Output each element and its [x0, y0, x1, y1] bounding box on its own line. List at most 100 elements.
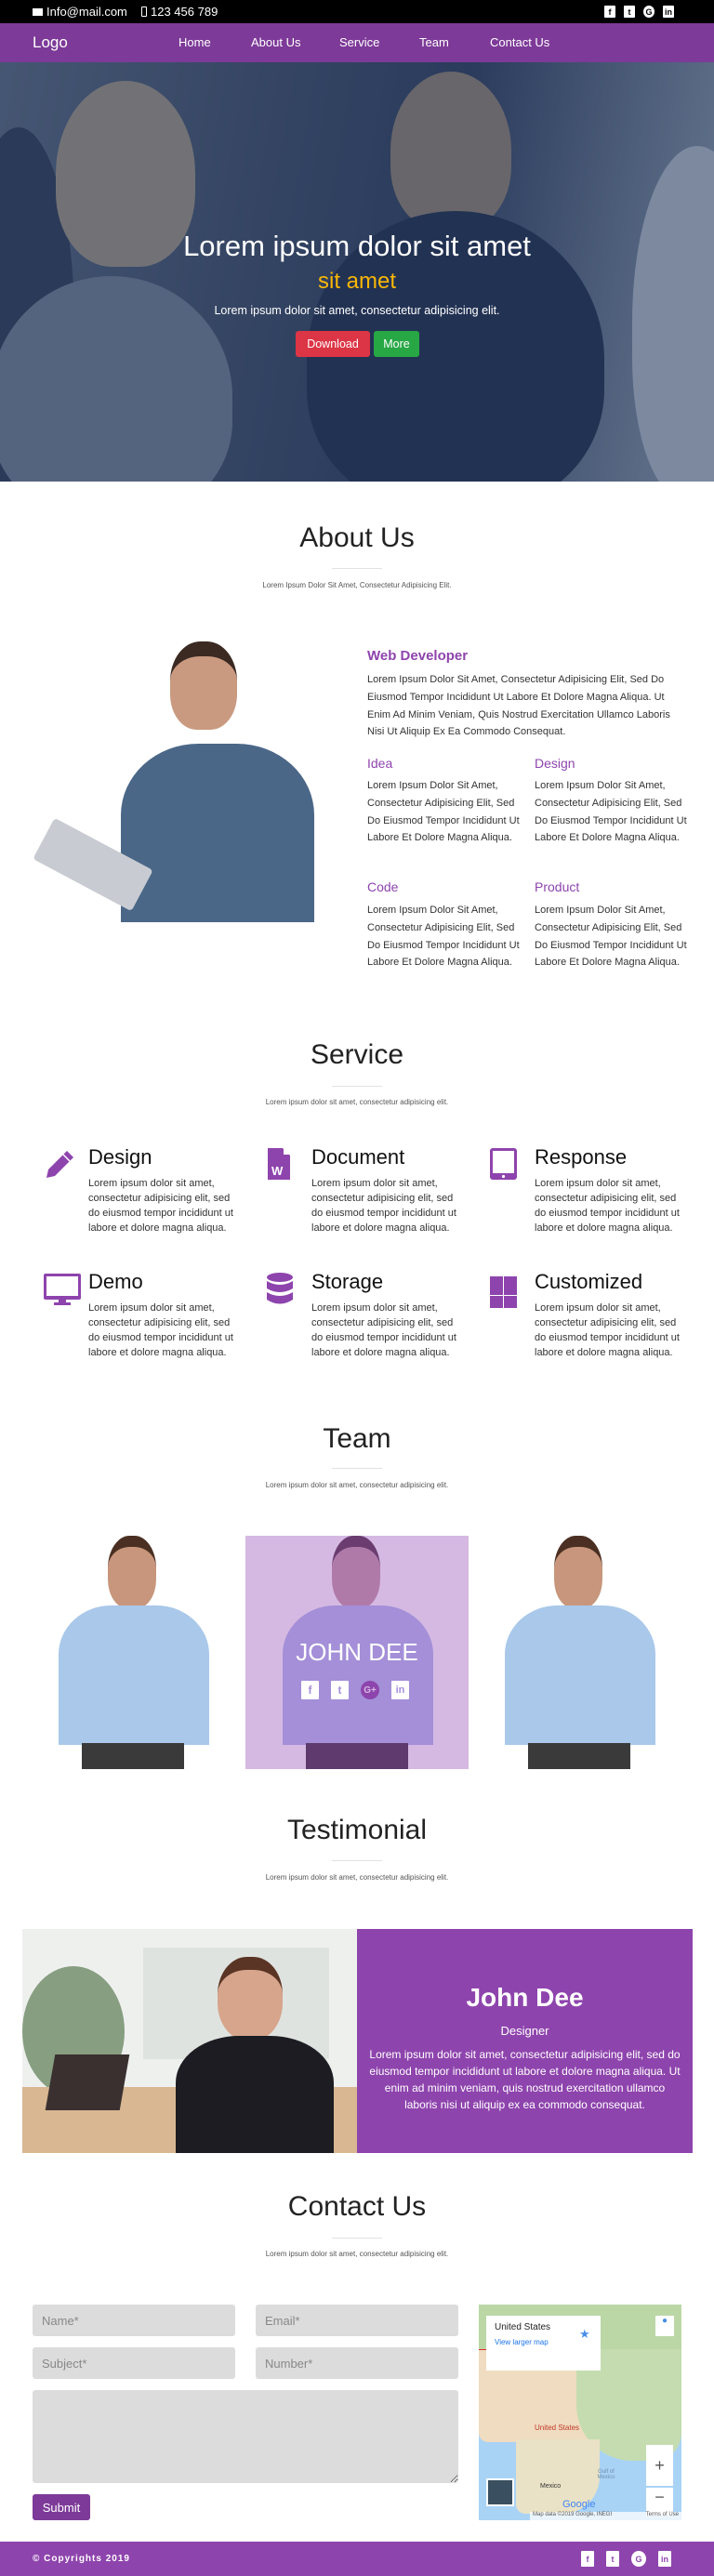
hero-subtitle: Lorem ipsum dolor sit amet, consectetur … — [214, 304, 500, 317]
about-role: Web Developer — [367, 648, 469, 664]
copyright: © Copyrights 2019 — [33, 2554, 130, 2564]
windows-grid-icon — [490, 1276, 517, 1308]
zoom-in-button[interactable]: + — [646, 2445, 673, 2486]
nav-service[interactable]: Service — [339, 35, 379, 49]
contact-subtitle: Lorem ipsum dolor sit amet, consectetur … — [265, 2250, 449, 2258]
nav-contact[interactable]: Contact Us — [490, 35, 549, 49]
google-logo: Google — [562, 2499, 596, 2510]
service-text: Lorem ipsum dolor sit amet, consectetur … — [88, 1178, 233, 1234]
subject-input[interactable] — [33, 2347, 235, 2379]
twitter-icon[interactable]: t — [331, 1681, 349, 1699]
pencil-icon — [46, 1151, 73, 1178]
street-view-icon[interactable]: ● — [655, 2316, 674, 2336]
mobile-icon — [141, 7, 147, 17]
team-subtitle: Lorem ipsum dolor sit amet, consectetur … — [265, 1481, 449, 1489]
tablet-icon — [490, 1148, 517, 1180]
team-member-card-featured[interactable]: JOHN DEE f t G+ in — [245, 1536, 469, 1769]
linkedin-icon[interactable]: in — [391, 1681, 409, 1699]
service-text: Lorem ipsum dolor sit amet, consectetur … — [535, 1178, 680, 1234]
divider — [332, 1468, 382, 1469]
contact-phone[interactable]: 123 456 789 — [141, 5, 218, 19]
feature-text: Lorem Ipsum Dolor Sit Amet, Consectetur … — [367, 905, 520, 969]
service-title-item: Demo — [88, 1270, 143, 1293]
testimonial-title: Testimonial — [286, 1815, 428, 1845]
service-text: Lorem ipsum dolor sit amet, consectetur … — [311, 1178, 456, 1234]
contact-email[interactable]: Info@mail.com — [33, 5, 127, 19]
team-member-card[interactable] — [59, 1536, 209, 1769]
about-title: About Us — [299, 522, 415, 553]
service-title-item: Document — [311, 1145, 405, 1169]
more-button[interactable]: More — [374, 331, 419, 357]
linkedin-icon[interactable]: in — [658, 2551, 671, 2567]
testimonial-card: John Dee Designer Lorem ipsum dolor sit … — [357, 1929, 693, 2153]
about-subtitle: Lorem Ipsum Dolor Sit Amet, Consectetur … — [262, 581, 452, 589]
facebook-icon[interactable]: f — [604, 6, 615, 18]
facebook-icon[interactable]: f — [581, 2551, 594, 2567]
divider — [332, 1086, 382, 1087]
service-text: Lorem ipsum dolor sit amet, consectetur … — [88, 1302, 233, 1358]
feature-text: Lorem Ipsum Dolor Sit Amet, Consectetur … — [535, 780, 687, 844]
twitter-icon[interactable]: t — [606, 2551, 619, 2567]
testimonial-name: John Dee — [466, 1983, 584, 2012]
word-document-icon: W — [268, 1148, 290, 1180]
map-info-card: United States View larger map ★ — [486, 2316, 601, 2371]
facebook-icon[interactable]: f — [301, 1681, 319, 1699]
team-member-card[interactable] — [505, 1536, 655, 1769]
feature-title: Idea — [367, 756, 393, 771]
feature-title: Product — [535, 879, 580, 894]
contact-title: Contact Us — [287, 2191, 427, 2222]
service-title-item: Customized — [535, 1270, 643, 1293]
linkedin-icon[interactable]: in — [663, 6, 674, 18]
feature-title: Design — [535, 756, 575, 771]
feature-text: Lorem Ipsum Dolor Sit Amet, Consectetur … — [367, 780, 520, 844]
service-title-item: Design — [88, 1145, 152, 1169]
twitter-icon[interactable]: t — [624, 6, 635, 18]
envelope-icon — [33, 7, 43, 16]
map-terms-link[interactable]: Terms of Use — [646, 2512, 679, 2520]
hero-highlight: sit amet — [317, 269, 397, 294]
divider — [332, 1860, 382, 1861]
name-input[interactable] — [33, 2305, 235, 2336]
message-textarea[interactable] — [33, 2390, 458, 2483]
testimonial-subtitle: Lorem ipsum dolor sit amet, consectetur … — [265, 1873, 449, 1882]
hero-section: Lorem ipsum dolor sit amet sit amet Lore… — [0, 62, 714, 482]
google-plus-icon[interactable]: G — [631, 2551, 646, 2567]
logo[interactable]: Logo — [33, 33, 68, 52]
email-input[interactable] — [256, 2305, 458, 2336]
service-text: Lorem ipsum dolor sit amet, consectetur … — [535, 1302, 680, 1358]
nav-about[interactable]: About Us — [251, 35, 300, 49]
testimonial-role: Designer — [500, 2024, 549, 2038]
about-role-text: Lorem Ipsum Dolor Sit Amet, Consectetur … — [367, 674, 670, 738]
submit-button[interactable]: Submit — [33, 2494, 90, 2520]
number-input[interactable] — [256, 2347, 458, 2379]
google-plus-icon[interactable]: G+ — [361, 1681, 379, 1699]
desktop-icon — [44, 1274, 81, 1305]
service-title-item: Storage — [311, 1270, 384, 1293]
satellite-toggle[interactable] — [486, 2478, 514, 2506]
top-bar: Info@mail.com 123 456 789 f t G in — [0, 0, 714, 23]
nav-home[interactable]: Home — [178, 35, 211, 49]
main-nav: Logo Home About Us Service Team Contact … — [0, 23, 714, 62]
google-plus-icon[interactable]: G — [643, 6, 654, 18]
testimonial-image — [22, 1929, 357, 2153]
map-label: Gulf of Mexico — [597, 2469, 615, 2480]
map-attribution: Map data ©2019 Google, INEGI — [533, 2512, 613, 2517]
view-larger-map-link[interactable]: View larger map — [495, 2338, 592, 2346]
service-title-item: Response — [535, 1145, 628, 1169]
divider — [332, 2238, 382, 2239]
feature-text: Lorem Ipsum Dolor Sit Amet, Consectetur … — [535, 905, 687, 969]
nav-team[interactable]: Team — [419, 35, 449, 49]
team-member-name: JOHN DEE — [296, 1638, 418, 1666]
google-map[interactable]: United States Mexico Gulf of Mexico Unit… — [479, 2305, 681, 2520]
database-icon — [267, 1273, 293, 1304]
service-text: Lorem ipsum dolor sit amet, consectetur … — [311, 1302, 456, 1358]
hero-title: Lorem ipsum dolor sit amet — [183, 230, 531, 262]
map-label: United States — [535, 2424, 580, 2432]
divider — [332, 568, 382, 569]
svg-text:W: W — [271, 1164, 284, 1178]
about-person-image — [33, 641, 314, 922]
star-icon[interactable]: ★ — [579, 2327, 590, 2342]
footer: © Copyrights 2019 f t G in — [0, 2542, 714, 2576]
download-button[interactable]: Download — [296, 331, 370, 357]
team-title: Team — [323, 1423, 391, 1454]
